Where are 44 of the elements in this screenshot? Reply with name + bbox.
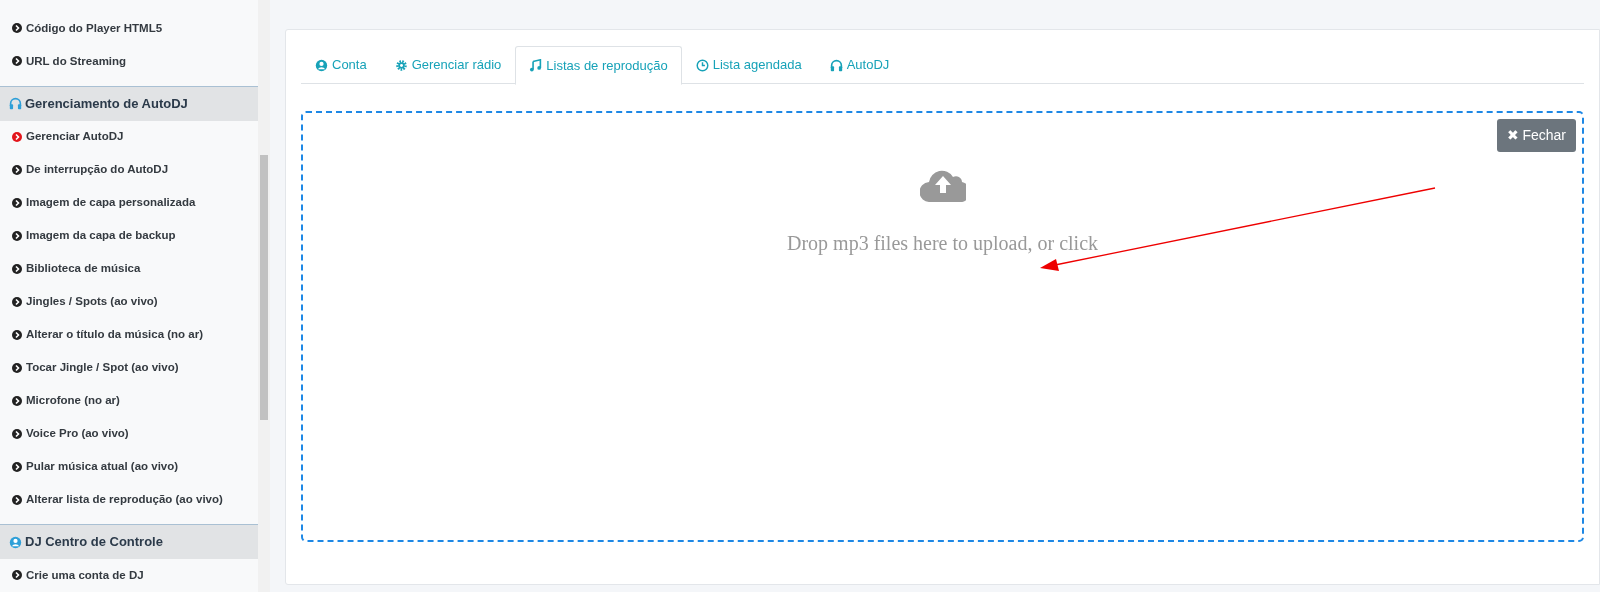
upload-dropzone[interactable]: ✖ Fechar Drop mp3 files here to upload, or click (301, 111, 1584, 542)
sidebar-item[interactable]: Alterar o título da música (no ar) (12, 326, 203, 344)
sidebar-item[interactable]: Pular música atual (ao vivo) (12, 458, 179, 476)
sidebar-item[interactable]: Imagem da capa de backup (12, 227, 176, 245)
chevron-circle-icon (12, 428, 22, 439)
sidebar-item[interactable]: Alterar lista de reprodução (ao vivo) (12, 491, 223, 509)
sidebar-item[interactable]: Voice Pro (ao vivo) (12, 425, 129, 443)
sidebar-section-title: Gerenciamento de AutoDJ (25, 95, 188, 113)
chevron-circle-icon (12, 132, 22, 143)
sidebar-item[interactable]: Biblioteca de música (12, 260, 141, 278)
headphones-icon (829, 58, 843, 72)
sidebar-item[interactable]: URL do Streaming (12, 52, 127, 71)
close-button[interactable]: ✖ Fechar (1496, 119, 1576, 152)
dropzone-message: Drop mp3 files here to upload, or click (787, 231, 1098, 257)
cloud-upload-icon (919, 168, 966, 202)
clock-icon (695, 58, 709, 72)
chevron-circle-icon (12, 296, 22, 307)
sidebar-item[interactable]: Código do Player HTML5 (12, 19, 163, 38)
sidebar-item[interactable]: Crie uma conta de DJ (12, 566, 144, 585)
sidebar-item[interactable]: Jingles / Spots (ao vivo) (12, 293, 158, 311)
sidebar-item[interactable]: De interrupção do AutoDJ (12, 161, 169, 179)
chevron-circle-icon (12, 165, 22, 176)
chevron-circle-icon (12, 461, 22, 472)
chevron-circle-icon (12, 494, 22, 505)
sidebar-item[interactable]: Tocar Jingle / Spot (ao vivo) (12, 359, 179, 377)
sidebar-item[interactable]: Imagem de capa personalizada (12, 194, 196, 212)
chevron-circle-icon (12, 264, 22, 274)
sidebar-item[interactable]: Microfone (no ar) (12, 392, 120, 410)
scrollbar-thumb[interactable] (260, 155, 268, 420)
sidebar-item[interactable]: Gerenciar AutoDJ (12, 128, 124, 146)
chevron-circle-icon (12, 56, 22, 67)
music-note-icon (529, 59, 543, 72)
chevron-circle-icon (12, 198, 22, 208)
sidebar-section-title: DJ Centro de Controle (25, 533, 163, 552)
chevron-circle-icon (12, 231, 22, 241)
user-icon (315, 58, 328, 72)
chevron-circle-icon (12, 362, 22, 373)
chevron-circle-icon (12, 570, 22, 581)
settings-icon (394, 58, 408, 72)
chevron-circle-icon (12, 23, 22, 34)
headphones-icon (9, 97, 22, 111)
chevron-circle-icon (12, 395, 22, 406)
user-icon (9, 535, 22, 549)
chevron-circle-icon (12, 329, 22, 340)
